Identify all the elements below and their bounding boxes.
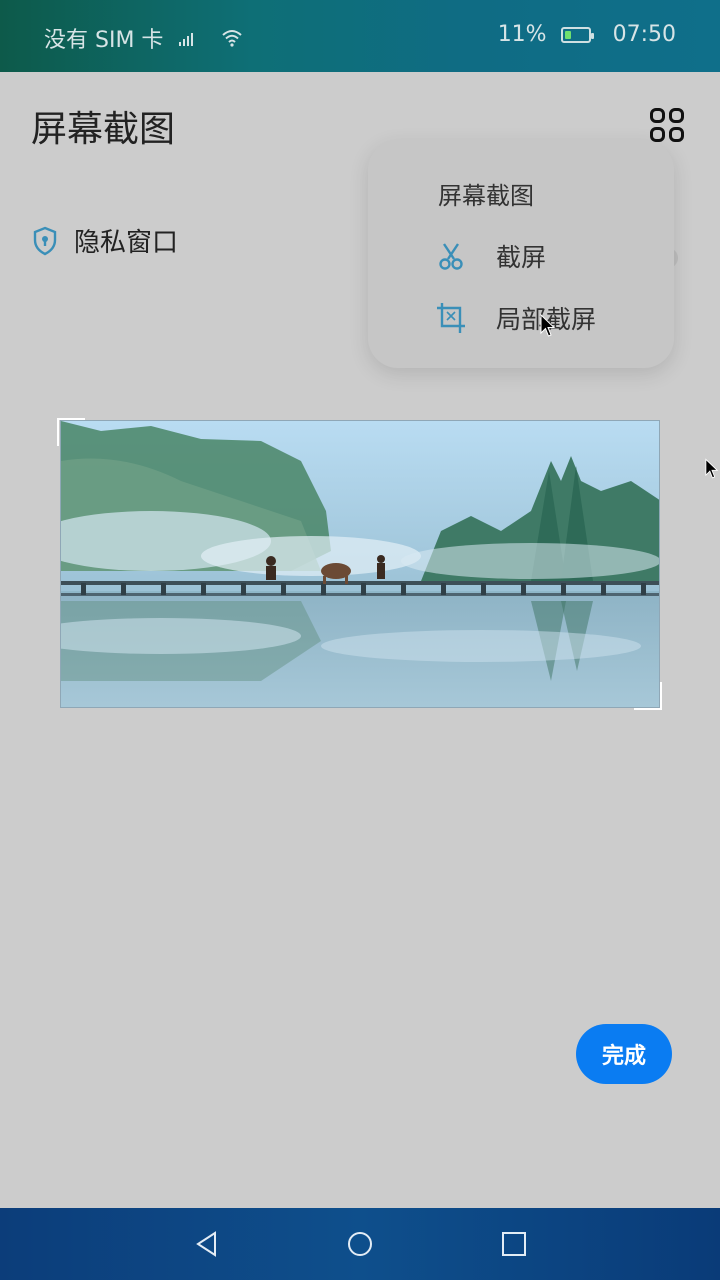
screen: 没有 SIM 卡 11% 07:50 屏幕截图 隐私窗口 屏幕截图 截屏 完成 [0,0,720,1280]
wifi-icon [221,29,243,47]
clock: 07:50 [612,22,676,47]
done-button[interactable]: 完成 [576,1024,672,1084]
nav-bar [0,1208,720,1280]
recent-apps-icon[interactable] [500,1230,528,1258]
status-left: 没有 SIM 卡 [44,22,243,54]
grid-icon[interactable] [650,108,684,142]
privacy-window-label: 隐私窗口 [74,228,179,258]
screenshot-image [60,420,660,708]
popup-title: 屏幕截图 [438,182,534,210]
menu-item-screenshot[interactable]: 截屏 [436,238,546,274]
back-icon[interactable] [193,1230,221,1258]
status-right: 11% 07:50 [498,22,676,47]
crop-handle-top-left[interactable] [57,418,85,446]
menu-item-screenshot-label: 截屏 [496,243,547,272]
page-title: 屏幕截图 [31,109,176,150]
privacy-window-row[interactable]: 隐私窗口 [32,222,178,259]
mouse-cursor-icon-secondary [705,457,719,485]
mouse-cursor-icon [540,313,556,342]
crop-handle-bottom-right[interactable] [634,682,662,710]
status-bar: 没有 SIM 卡 11% 07:50 [0,0,720,72]
menu-item-partial-screenshot[interactable]: 局部截屏 [436,300,596,336]
crop-icon [436,302,466,334]
home-icon[interactable] [346,1230,374,1258]
signal-icon [179,30,194,46]
carrier-text: 没有 SIM 卡 [44,28,164,53]
battery-icon [560,26,594,43]
shield-icon [32,226,58,256]
battery-percent: 11% [497,22,547,47]
screenshot-menu-popup: 屏幕截图 截屏 局部截屏 [368,140,674,368]
scissors-icon [436,241,466,271]
